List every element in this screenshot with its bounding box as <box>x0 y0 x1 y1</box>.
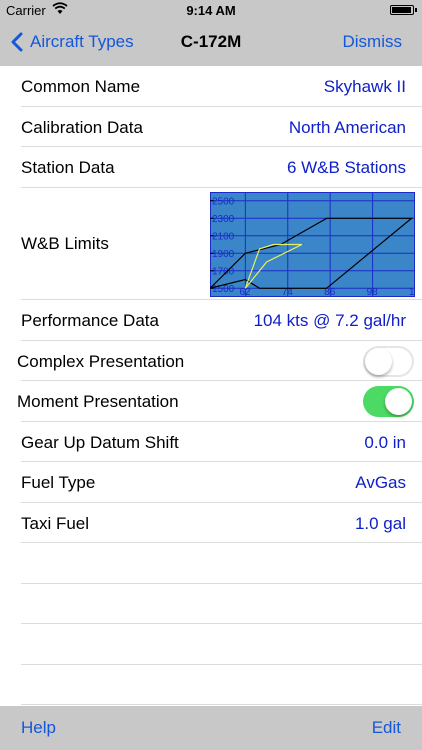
empty-row <box>0 624 422 665</box>
empty-row <box>0 665 422 705</box>
complex-presentation-row: Complex Presentation <box>0 341 422 381</box>
edit-button[interactable]: Edit <box>372 718 401 738</box>
fuel-type-row[interactable]: Fuel Type AvGas <box>0 462 422 503</box>
dismiss-button[interactable]: Dismiss <box>343 32 403 52</box>
station-data-value: 6 W&B Stations <box>286 158 406 177</box>
fuel-type-label: Fuel Type <box>21 473 96 492</box>
battery-icon <box>390 5 417 15</box>
battery-level <box>392 7 411 13</box>
chart-y-tick-label: 1900 <box>212 249 235 260</box>
navigation-bar: Aircraft Types C-172M Dismiss <box>0 20 422 66</box>
chart-x-tick-label: 98 <box>367 287 379 297</box>
station-data-label: Station Data <box>21 158 115 177</box>
empty-row <box>0 584 422 624</box>
complex-presentation-toggle[interactable] <box>363 345 414 377</box>
common-name-value: Skyhawk II <box>323 77 406 96</box>
performance-data-label: Performance Data <box>21 311 159 330</box>
status-bar: Carrier 9:14 AM <box>0 0 422 20</box>
wb-limits-chart: 2500230021001900170015006274869811 <box>210 192 415 297</box>
moment-presentation-row: Moment Presentation <box>0 381 422 422</box>
status-time: 9:14 AM <box>186 3 236 18</box>
gear-up-datum-shift-row[interactable]: Gear Up Datum Shift 0.0 in <box>0 422 422 462</box>
bottom-toolbar: Help Edit <box>0 706 422 750</box>
toggle-knob <box>385 388 412 415</box>
taxi-fuel-row[interactable]: Taxi Fuel 1.0 gal <box>0 503 422 543</box>
chart-x-tick-label: 62 <box>239 287 251 297</box>
wb-limits-row[interactable]: W&B Limits 2500 2300 2100 1900 1700 1500 62 74 8… <box>0 188 422 300</box>
chevron-left-icon <box>11 32 23 52</box>
common-name-row[interactable]: Common Name Skyhawk II <box>0 66 422 107</box>
gear-up-datum-shift-value: 0.0 in <box>364 432 406 452</box>
empty-row <box>0 543 422 584</box>
moment-presentation-label: Moment Presentation <box>17 392 179 411</box>
chart-y-tick-label: 2100 <box>212 231 235 242</box>
gear-up-datum-shift-label: Gear Up Datum Shift <box>21 432 179 452</box>
aircraft-detail-table: Common Name Skyhawk II Calibration Data … <box>0 66 422 706</box>
toggle-knob <box>365 347 392 375</box>
moment-presentation-toggle[interactable] <box>363 386 414 417</box>
chart-x-tick-label: 11 <box>409 287 415 297</box>
taxi-fuel-value: 1.0 gal <box>354 513 406 533</box>
performance-data-value: 104 kts @ 7.2 gal/hr <box>253 311 406 330</box>
station-data-row[interactable]: Station Data 6 W&B Stations <box>0 147 422 188</box>
calibration-data-row[interactable]: Calibration Data North American <box>0 107 422 147</box>
complex-presentation-label: Complex Presentation <box>17 351 185 371</box>
calibration-data-value: North American <box>288 117 406 137</box>
back-button[interactable]: Aircraft Types <box>10 32 134 52</box>
wb-limits-label: W&B Limits <box>21 234 109 253</box>
help-button[interactable]: Help <box>21 718 56 738</box>
calibration-data-label: Calibration Data <box>21 117 143 137</box>
chart-y-tick-label: 2500 <box>212 196 235 207</box>
chart-y-tick-label: 2300 <box>212 214 235 225</box>
taxi-fuel-label: Taxi Fuel <box>21 513 90 533</box>
row-divider <box>21 704 422 705</box>
back-button-label: Aircraft Types <box>30 32 134 51</box>
fuel-type-value: AvGas <box>355 473 406 492</box>
performance-data-row[interactable]: Performance Data 104 kts @ 7.2 gal/hr <box>0 300 422 341</box>
common-name-label: Common Name <box>21 77 141 96</box>
